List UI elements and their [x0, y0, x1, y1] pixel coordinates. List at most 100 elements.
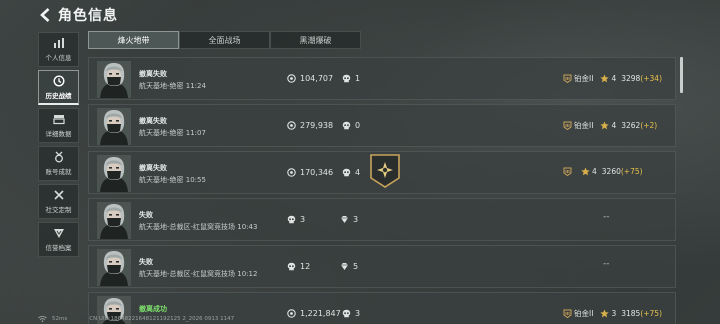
sidebar-item-label: 信誉档案	[45, 244, 72, 252]
damage-stat: 5	[340, 262, 358, 271]
diamond-icon	[341, 263, 348, 270]
coin-value-icon	[287, 74, 296, 83]
operator-avatar	[97, 155, 131, 192]
loot-value-stat: 1,221,847	[287, 309, 341, 318]
list-scrollbar[interactable]	[680, 57, 683, 93]
kill-count: 3	[300, 215, 306, 224]
rank-info: 4 3260 (+75)	[563, 167, 643, 176]
bar-chart-icon	[53, 38, 64, 48]
sidebar-item-credit-record[interactable]: 信誉档案	[38, 222, 79, 257]
match-result: 撤离失败	[139, 70, 167, 78]
match-row[interactable]: 撤离失败 航天基地-绝密 11:24 104,707 1 铂金II 4 3298…	[88, 57, 676, 100]
rank-empty: --	[603, 212, 610, 222]
star-icon	[581, 167, 590, 176]
loot-value-stat: 279,938	[287, 121, 333, 130]
achievement-medal-icon	[54, 151, 63, 163]
operator-avatar	[97, 108, 131, 145]
kill-count: 4	[355, 168, 361, 177]
rank-name: 铂金II	[574, 121, 594, 130]
operator-avatar	[97, 202, 131, 239]
damage-stat: 3	[340, 215, 358, 224]
rank-info: 铂金II 3 3185 (+75)	[563, 308, 662, 319]
back-arrow-icon[interactable]	[38, 7, 54, 23]
kill-count: 1	[355, 74, 361, 83]
match-location-time: 航天基地-总裁区-红鼠窝竞技场 10:43	[139, 223, 258, 231]
sidebar-item-detailed-data[interactable]: 详细数据	[38, 108, 79, 143]
kills-stat: 3	[287, 215, 305, 224]
damage-count: 5	[353, 262, 359, 271]
skull-icon	[287, 215, 296, 224]
loot-value: 104,707	[300, 74, 334, 83]
sidebar-item-label: 个人信息	[45, 54, 72, 62]
page-title: 角色信息	[58, 8, 118, 24]
sidebar-item-label: 详细数据	[45, 130, 72, 138]
star-count: 4	[592, 167, 597, 176]
sidebar-item-personal-info[interactable]: 个人信息	[38, 32, 79, 67]
skull-icon	[342, 74, 351, 83]
rank-name: 铂金II	[574, 74, 594, 83]
sidebar-item-label: 历史战绩	[45, 91, 72, 100]
header-bar: 角色信息	[0, 0, 720, 30]
match-row[interactable]: 失败 航天基地-总裁区-红鼠窝竞技场 10:43 3 3 --	[88, 198, 676, 241]
match-location-time: 航天基地-总裁区-红鼠窝竞技场 10:12	[139, 270, 258, 278]
platinum-rank-icon	[563, 121, 572, 130]
sidebar-item-label: 账号成就	[45, 168, 72, 176]
loot-value: 279,938	[300, 121, 334, 130]
match-location-time: 航天基地-绝密 10:55	[139, 176, 206, 184]
sidebar-item-label: 社交定制	[45, 206, 72, 214]
match-row[interactable]: 失败 航天基地-总裁区-红鼠窝竞技场 10:12 12 5 --	[88, 245, 676, 288]
rank-score: 3185	[621, 309, 641, 318]
match-row[interactable]: 撤离失败 航天基地-绝密 11:07 279,938 0 铂金II 4 3262…	[88, 104, 676, 147]
score-delta: (+75)	[640, 309, 662, 318]
history-clock-icon	[52, 74, 65, 87]
score-delta: (+75)	[620, 167, 643, 176]
sidebar-item-social-custom[interactable]: 社交定制	[38, 184, 79, 219]
platinum-rank-icon	[563, 167, 572, 176]
match-result: 失败	[139, 211, 153, 219]
coin-value-icon	[287, 168, 296, 177]
sidebar-item-achievements[interactable]: 账号成就	[38, 146, 79, 181]
rank-score: 3262	[621, 121, 641, 130]
star-count: 3	[611, 309, 617, 318]
operator-avatar	[97, 249, 131, 286]
mvp-badge-icon	[370, 154, 400, 188]
rank-info: 铂金II 4 3298 (+34)	[563, 73, 662, 84]
diamond-icon	[341, 216, 348, 223]
tab-full-battlefield[interactable]: 全面战场	[179, 31, 270, 49]
star-count: 4	[611, 121, 617, 130]
score-delta: (+2)	[640, 121, 658, 130]
tab-black-tide-demolition[interactable]: 黑潮爆破	[270, 31, 361, 49]
match-result: 失败	[139, 258, 153, 266]
match-location-time: 航天基地-绝密 11:24	[139, 82, 206, 90]
tab-extraction-zone[interactable]: 烽火地带	[88, 31, 179, 49]
match-result: 撤离成功	[139, 305, 167, 313]
coin-value-icon	[287, 309, 296, 318]
loot-value-stat: 170,346	[287, 168, 333, 177]
skull-icon	[287, 262, 296, 271]
kills-stat: 12	[287, 262, 310, 271]
match-result: 撤离失败	[139, 117, 167, 125]
crossed-tools-icon	[53, 190, 64, 200]
status-footer: 52ms CN UID:18648221648121192125 2_2026 …	[38, 316, 234, 322]
platinum-rank-icon	[563, 74, 572, 83]
match-row[interactable]: 撤离失败 航天基地-绝密 10:55 170,346 4 4 3260 (+75…	[88, 151, 676, 194]
sidebar: 个人信息 历史战绩 详细数据 账号成就 社交定制 信誉档案	[38, 32, 80, 260]
skull-icon	[342, 121, 351, 130]
loot-value-stat: 104,707	[287, 74, 333, 83]
wifi-signal-icon	[38, 316, 47, 322]
skull-icon	[342, 309, 351, 318]
star-icon	[600, 309, 610, 318]
match-location-time: 航天基地-绝密 11:07	[139, 129, 206, 137]
folder-stack-icon	[52, 115, 65, 125]
shield-emblem-icon	[53, 229, 64, 238]
loot-value: 1,221,847	[300, 309, 341, 318]
match-history-list: 撤离失败 航天基地-绝密 11:24 104,707 1 铂金II 4 3298…	[88, 57, 676, 324]
sidebar-item-match-history[interactable]: 历史战绩	[38, 70, 79, 105]
rank-info: 铂金II 4 3262 (+2)	[563, 120, 657, 131]
kills-stat: 1	[342, 74, 360, 83]
kills-stat: 0	[342, 121, 360, 130]
kill-count: 0	[355, 121, 361, 130]
operator-avatar	[97, 61, 131, 98]
uid-readout: CN UID:18648221648121192125 2_2026 0913 …	[89, 316, 235, 322]
kills-stat: 3	[342, 309, 360, 318]
